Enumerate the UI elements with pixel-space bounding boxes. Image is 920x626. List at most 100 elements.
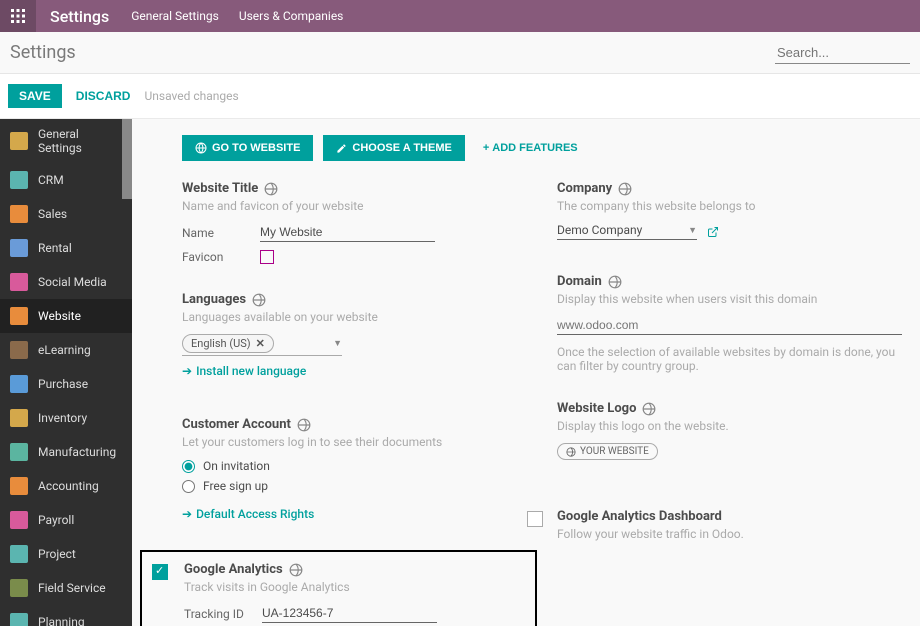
sidebar-item-rental[interactable]: Rental: [0, 231, 132, 265]
sidebar-item-label: Payroll: [38, 513, 74, 527]
module-icon: [10, 307, 28, 325]
globe-icon: [252, 293, 266, 307]
module-icon: [10, 579, 28, 597]
logo-placeholder-badge[interactable]: YOUR WEBSITE: [557, 443, 658, 460]
globe-icon: [195, 142, 207, 154]
sidebar-item-label: Field Service: [38, 581, 106, 595]
sidebar-item-sales[interactable]: Sales: [0, 197, 132, 231]
ga-dashboard-heading: Google Analytics Dashboard: [557, 509, 722, 524]
globe-icon: [289, 563, 303, 577]
module-icon: [10, 239, 28, 257]
app-title: Settings: [36, 7, 123, 26]
sidebar-item-accounting[interactable]: Accounting: [0, 469, 132, 503]
module-icon: [10, 443, 28, 461]
sidebar-item-label: Sales: [38, 207, 67, 221]
languages-select[interactable]: English (US) ✕ ▼: [182, 334, 342, 356]
sidebar-item-elearning[interactable]: eLearning: [0, 333, 132, 367]
company-select[interactable]: Demo Company ▼: [557, 223, 697, 240]
domain-desc: Display this website when users visit th…: [557, 292, 902, 306]
settings-sidebar: General Settings CRM Sales Rental Social Med…: [0, 119, 132, 626]
favicon-image[interactable]: [260, 250, 274, 264]
ga-dashboard-checkbox[interactable]: [527, 511, 543, 527]
globe-icon: [618, 182, 632, 196]
sidebar-item-manufacturing[interactable]: Manufacturing: [0, 435, 132, 469]
go-to-website-button[interactable]: GO TO WEBSITE: [182, 135, 313, 161]
radio-free-signup-input[interactable]: [182, 480, 195, 493]
arrow-right-icon: ➔: [182, 507, 192, 521]
website-logo-desc: Display this logo on the website.: [557, 419, 902, 433]
globe-icon: [642, 402, 656, 416]
sidebar-item-planning[interactable]: Planning: [0, 605, 132, 626]
domain-input[interactable]: [557, 316, 902, 335]
sidebar-item-inventory[interactable]: Inventory: [0, 401, 132, 435]
install-language-link[interactable]: ➔ Install new language: [182, 364, 306, 378]
remove-language-icon[interactable]: ✕: [256, 337, 265, 350]
sidebar-item-general-settings[interactable]: General Settings: [0, 119, 132, 163]
sidebar-item-label: Rental: [38, 241, 72, 255]
module-icon: [10, 511, 28, 529]
website-name-input[interactable]: [260, 223, 435, 242]
sidebar-item-label: Planning: [38, 615, 85, 626]
scrollbar-thumb[interactable]: [122, 119, 132, 199]
default-access-rights-link[interactable]: ➔ Default Access Rights: [182, 507, 314, 521]
sidebar-item-label: Project: [38, 547, 76, 561]
grid-icon: [10, 8, 26, 24]
globe-icon: [264, 182, 278, 196]
apps-launcher[interactable]: [0, 0, 36, 32]
sidebar-item-purchase[interactable]: Purchase: [0, 367, 132, 401]
customer-account-heading: Customer Account: [182, 417, 311, 432]
module-icon: [10, 375, 28, 393]
sidebar-item-label: eLearning: [38, 343, 91, 357]
module-icon: [10, 545, 28, 563]
pencil-icon: [336, 143, 347, 154]
chevron-down-icon: ▼: [688, 225, 697, 236]
website-logo-heading: Website Logo: [557, 401, 656, 416]
plus-icon: +: [483, 142, 489, 154]
radio-free-signup[interactable]: Free sign up: [182, 479, 527, 493]
tracking-id-input[interactable]: [262, 604, 437, 623]
module-icon: [10, 341, 28, 359]
language-tag-label: English (US): [191, 337, 251, 350]
sidebar-item-project[interactable]: Project: [0, 537, 132, 571]
search-input[interactable]: [775, 42, 910, 64]
module-icon: [10, 273, 28, 291]
globe-icon: [297, 418, 311, 432]
customer-account-desc: Let your customers log in to see their d…: [182, 435, 527, 449]
google-analytics-checkbox[interactable]: [152, 564, 168, 580]
favicon-label: Favicon: [182, 250, 260, 264]
sidebar-item-field-service[interactable]: Field Service: [0, 571, 132, 605]
module-icon: [10, 477, 28, 495]
sidebar-item-crm[interactable]: CRM: [0, 163, 132, 197]
sidebar-item-website[interactable]: Website: [0, 299, 132, 333]
sidebar-item-social-media[interactable]: Social Media: [0, 265, 132, 299]
unsaved-indicator: Unsaved changes: [144, 89, 238, 103]
tracking-id-label: Tracking ID: [184, 607, 262, 621]
domain-heading: Domain: [557, 274, 622, 289]
menu-users-companies[interactable]: Users & Companies: [239, 9, 344, 23]
page-title: Settings: [10, 42, 76, 63]
google-analytics-desc: Track visits in Google Analytics: [184, 580, 525, 594]
sidebar-item-label: Social Media: [38, 275, 107, 289]
sidebar-item-label: Inventory: [38, 411, 87, 425]
radio-on-invitation-input[interactable]: [182, 460, 195, 473]
sidebar-item-label: General Settings: [38, 127, 122, 155]
add-features-button[interactable]: + ADD FEATURES: [475, 135, 586, 161]
module-icon: [10, 132, 28, 150]
sidebar-item-label: Website: [38, 309, 81, 323]
sidebar-item-payroll[interactable]: Payroll: [0, 503, 132, 537]
name-label: Name: [182, 226, 260, 240]
choose-theme-button[interactable]: CHOOSE A THEME: [323, 135, 464, 161]
arrow-right-icon: ➔: [182, 364, 192, 378]
discard-button[interactable]: DISCARD: [76, 89, 131, 103]
external-link-icon[interactable]: [707, 226, 719, 238]
chevron-down-icon: ▼: [333, 338, 342, 349]
menu-general-settings[interactable]: General Settings: [131, 9, 219, 23]
module-icon: [10, 613, 28, 626]
module-icon: [10, 409, 28, 427]
settings-content: GO TO WEBSITE CHOOSE A THEME + ADD FEATU…: [132, 119, 920, 626]
globe-icon: [566, 447, 576, 457]
domain-note: Once the selection of available websites…: [557, 345, 902, 373]
radio-on-invitation[interactable]: On invitation: [182, 459, 527, 473]
save-button[interactable]: SAVE: [8, 84, 62, 108]
module-icon: [10, 171, 28, 189]
